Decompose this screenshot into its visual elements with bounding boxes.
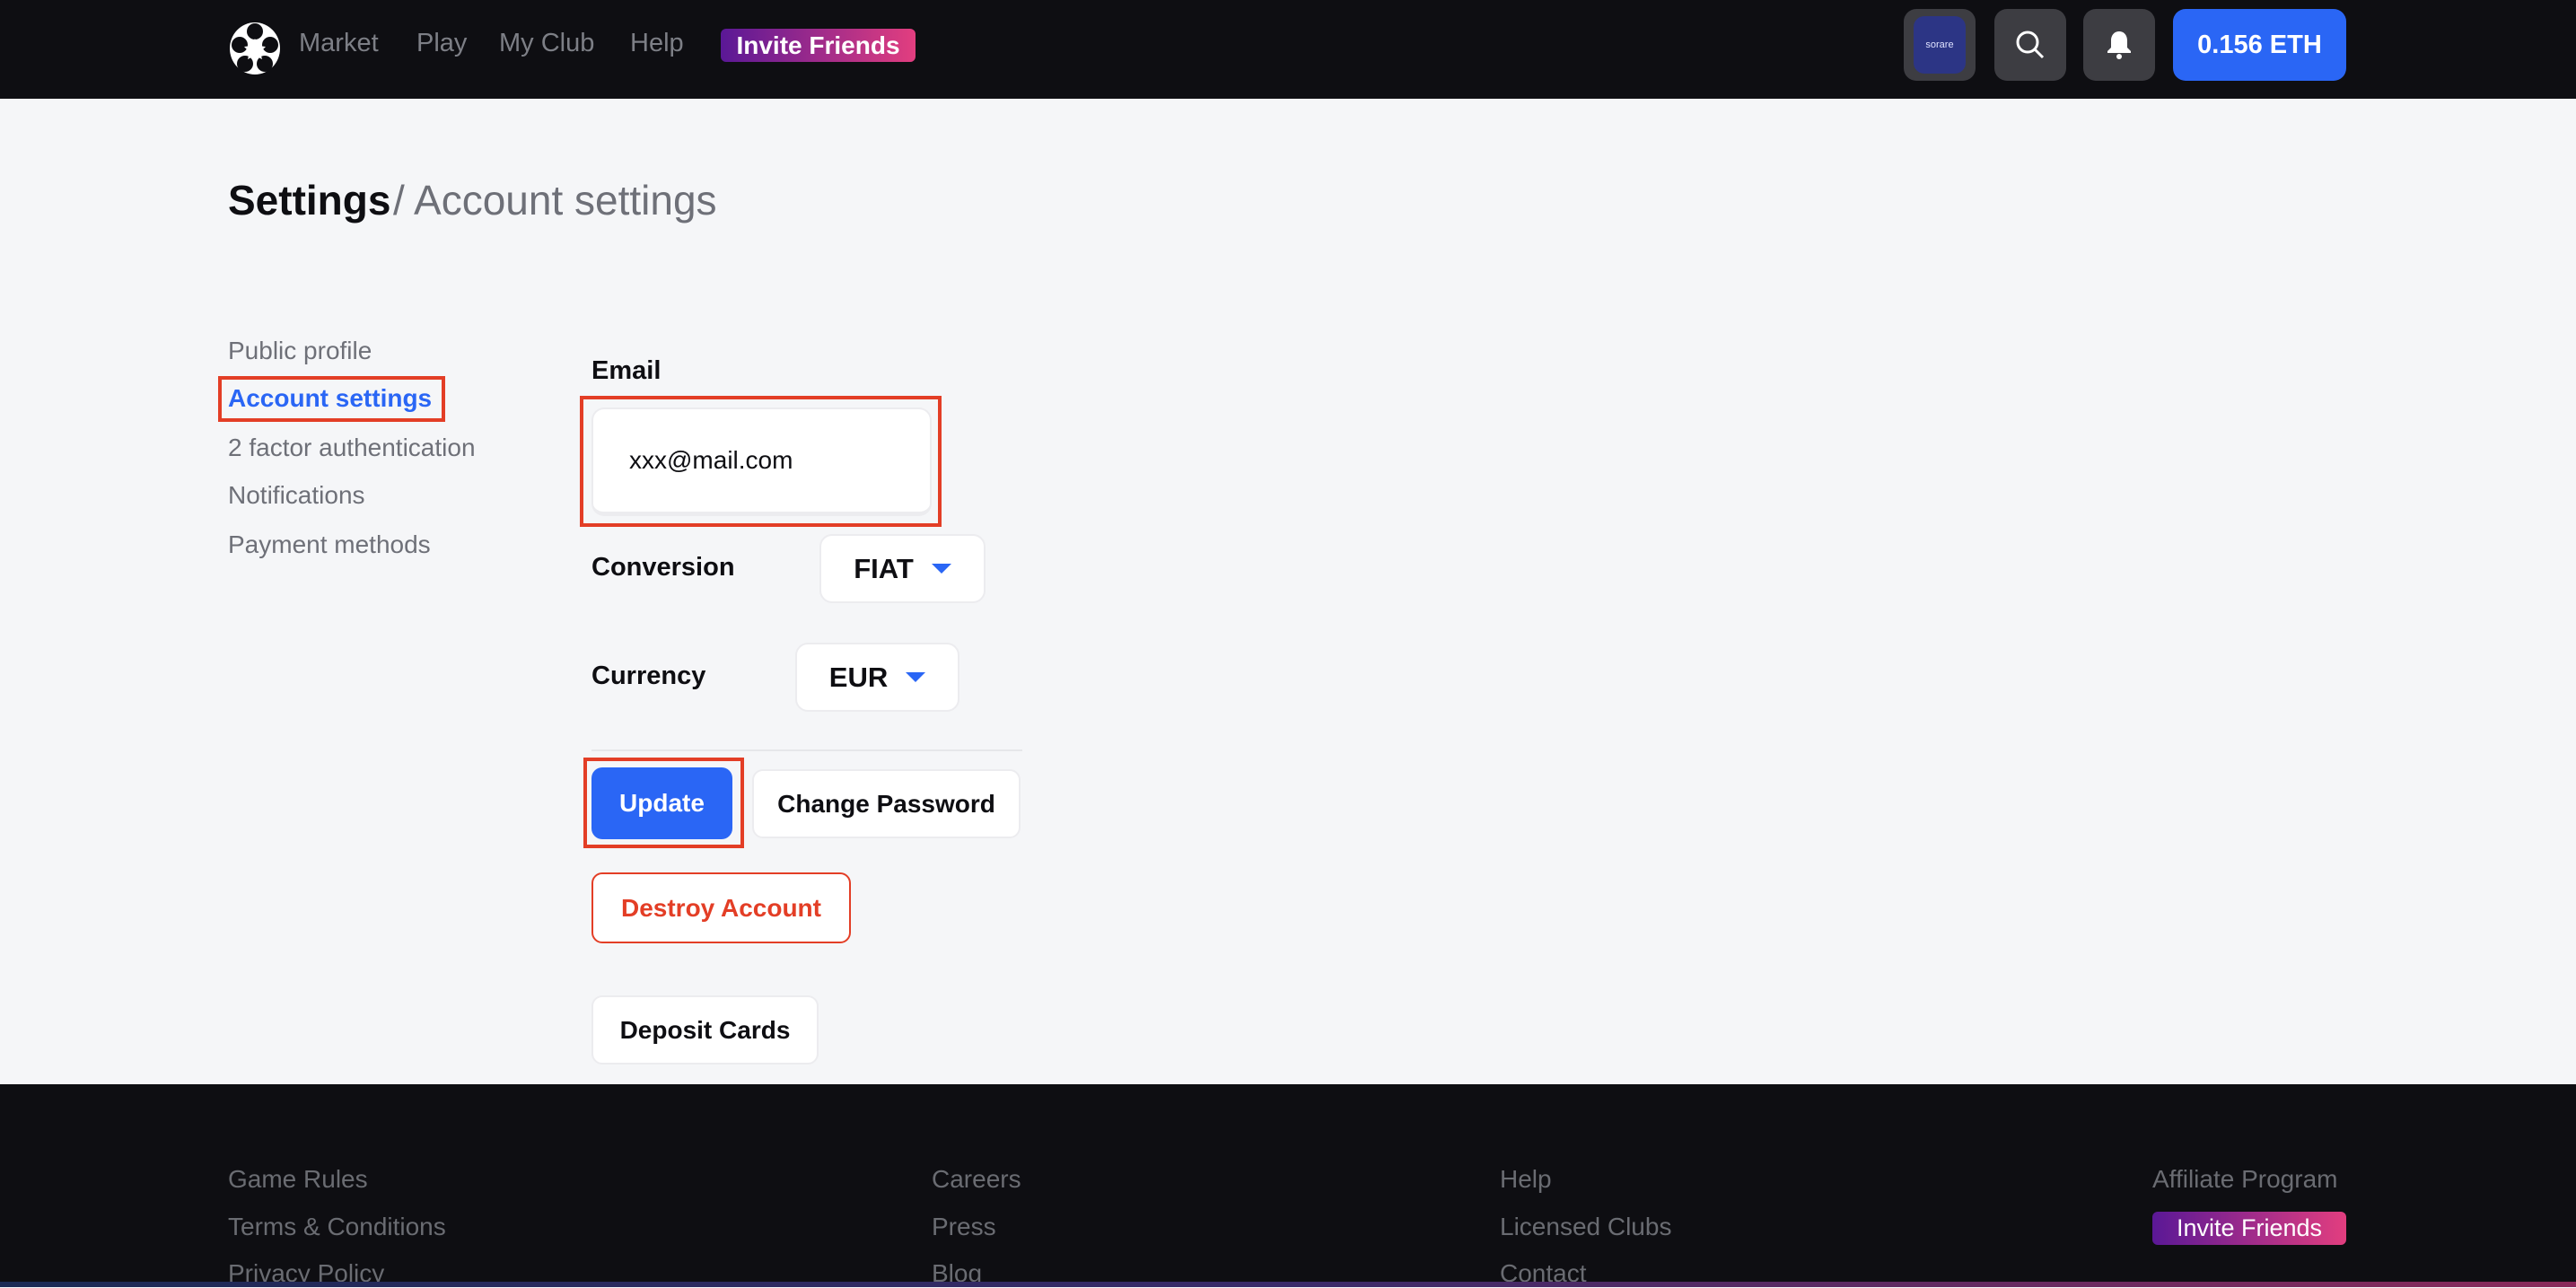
- email-label: Email: [591, 356, 662, 385]
- search-icon: [2016, 31, 2045, 59]
- footer-link-press[interactable]: Press: [932, 1213, 996, 1241]
- footer-gradient-bar: [0, 1282, 2576, 1287]
- conversion-value: FIAT: [854, 552, 914, 584]
- email-input[interactable]: xxx@mail.com: [591, 407, 932, 516]
- change-password-button[interactable]: Change Password: [752, 769, 1021, 838]
- sidebar-item-2fa[interactable]: 2 factor authentication: [228, 434, 476, 462]
- avatar-button[interactable]: sorare: [1904, 9, 1976, 81]
- top-header: Market Play My Club Help Invite Friends …: [0, 0, 2576, 99]
- divider: [591, 749, 1022, 751]
- nav-help[interactable]: Help: [630, 29, 684, 58]
- footer-link-licensed-clubs[interactable]: Licensed Clubs: [1500, 1213, 1671, 1241]
- nav-my-club[interactable]: My Club: [499, 29, 594, 58]
- conversion-label: Conversion: [591, 553, 735, 582]
- nav-play[interactable]: Play: [416, 29, 467, 58]
- search-button[interactable]: [1994, 9, 2066, 81]
- footer-link-help[interactable]: Help: [1500, 1165, 1552, 1194]
- chevron-down-icon: [931, 564, 951, 574]
- footer: Game Rules Terms & Conditions Privacy Po…: [0, 1084, 2576, 1287]
- notifications-button[interactable]: [2083, 9, 2155, 81]
- annotation-box: [218, 376, 445, 422]
- footer-link-terms[interactable]: Terms & Conditions: [228, 1213, 446, 1241]
- footer-link-affiliate[interactable]: Affiliate Program: [2152, 1165, 2337, 1194]
- page-title: Settings: [228, 177, 391, 223]
- conversion-select[interactable]: FIAT: [819, 534, 986, 603]
- footer-invite-friends-button[interactable]: Invite Friends: [2152, 1212, 2346, 1245]
- update-button[interactable]: Update: [591, 767, 732, 839]
- currency-value: EUR: [828, 661, 889, 693]
- invite-friends-button[interactable]: Invite Friends: [721, 29, 916, 62]
- breadcrumb: / Account settings: [393, 177, 717, 223]
- chevron-down-icon: [906, 672, 926, 682]
- wallet-balance-button[interactable]: 0.156 ETH: [2173, 9, 2346, 81]
- nav-market[interactable]: Market: [299, 29, 379, 58]
- currency-label: Currency: [591, 662, 706, 690]
- deposit-cards-button[interactable]: Deposit Cards: [591, 995, 819, 1065]
- footer-link-game-rules[interactable]: Game Rules: [228, 1165, 368, 1194]
- avatar: sorare: [1914, 16, 1966, 74]
- sidebar-item-public-profile[interactable]: Public profile: [228, 337, 372, 365]
- destroy-account-button[interactable]: Destroy Account: [591, 872, 851, 943]
- sidebar-item-notifications[interactable]: Notifications: [228, 481, 365, 510]
- footer-link-careers[interactable]: Careers: [932, 1165, 1021, 1194]
- bell-icon: [2107, 31, 2131, 59]
- sidebar-item-payment-methods[interactable]: Payment methods: [228, 530, 431, 559]
- sorare-logo-icon[interactable]: [228, 21, 282, 76]
- currency-select[interactable]: EUR: [795, 643, 959, 712]
